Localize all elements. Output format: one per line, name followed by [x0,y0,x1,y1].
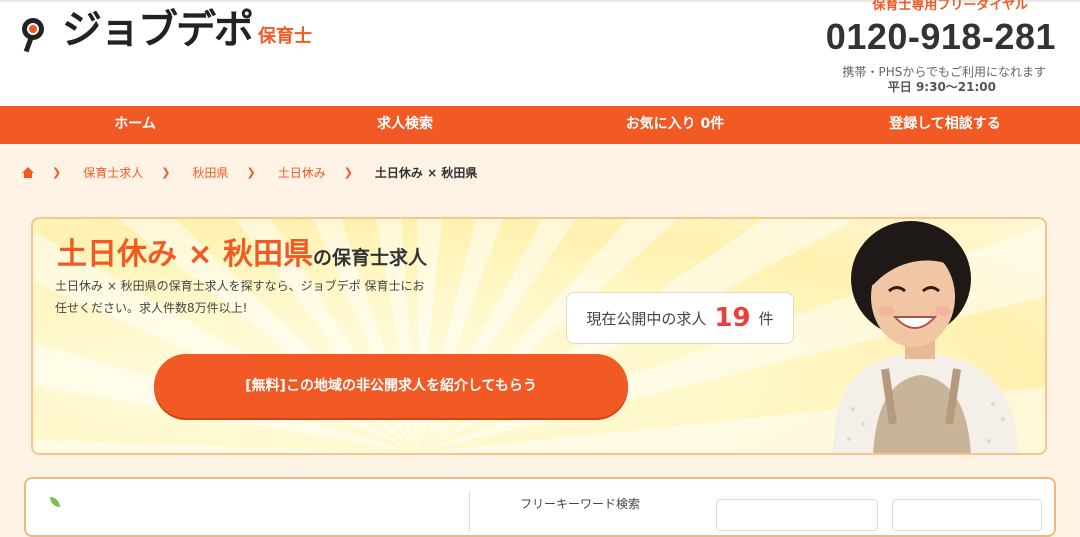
magnifier-logo-icon [20,14,56,54]
search-panel: フリーキーワード検索 [24,477,1056,537]
breadcrumb-current: 土日休み × 秋田県 [374,166,478,180]
nav-job-search[interactable]: 求人検索 [270,106,540,144]
private-jobs-cta-button[interactable]: [無料]この地域の非公開求人を紹介してもらう [154,354,628,418]
nav-register[interactable]: 登録して相談する [810,106,1080,144]
phone-number[interactable]: 0120-918-281 [826,16,1056,58]
breadcrumb-item-nursery-jobs[interactable]: 保育士求人 [83,164,143,181]
leaf-icon [50,497,60,507]
search-button[interactable] [892,499,1042,531]
hero-description: 土日休み × 秋田県の保育士求人を探すなら、ジョブデポ 保育士にお 任せください… [55,275,455,319]
chevron-right-icon: ❯ [246,166,256,179]
chevron-right-icon: ❯ [161,166,171,179]
hero-description-line2: 任せください。求人件数8万件以上! [55,301,248,315]
site-logo[interactable]: ジョブデポ 保育士 [20,6,312,54]
keyword-search-label: フリーキーワード検索 [520,497,641,511]
nav-favorites[interactable]: お気に入り 0件 [540,106,810,144]
hero-banner: 土日休み × 秋田県の保育士求人 土日休み × 秋田県の保育士求人を探すなら、ジ… [31,217,1047,455]
page-title: 土日休み × 秋田県の保育士求人 [57,229,427,273]
breadcrumb-item-akita[interactable]: 秋田県 [192,164,228,181]
keyword-input[interactable] [716,499,878,531]
job-count-unit: 件 [758,309,774,328]
breadcrumb-item-weekends-off[interactable]: 土日休み [278,164,326,181]
panel-divider [469,491,470,531]
logo-text: ジョブデポ [62,7,254,53]
phone-hours: 平日 9:30〜21:00 [887,80,996,94]
page-title-main: 土日休み × 秋田県 [57,237,314,272]
hotline-label: 保育士専用フリーダイヤル [872,0,1028,13]
chevron-right-icon: ❯ [343,166,353,179]
home-icon[interactable] [22,166,34,179]
main-nav: ホーム 求人検索 お気に入り 0件 登録して相談する [0,106,1080,144]
logo-subtitle: 保育士 [258,26,312,47]
site-header: ジョブデポ 保育士 保育士専用フリーダイヤル 0120-918-281 携帯・P… [0,0,1080,106]
page-title-suffix: の保育士求人 [313,247,428,269]
job-count-label: 現在公開中の求人 [586,309,707,328]
chevron-right-icon: ❯ [52,166,62,179]
breadcrumb: ❯ 保育士求人 ❯ 秋田県 ❯ 土日休み ❯ 土日休み × 秋田県 [22,164,477,181]
hero-description-line1: 土日休み × 秋田県の保育士求人を探すなら、ジョブデポ 保育士にお [55,279,425,293]
job-count-box: 現在公開中の求人 19 件 [566,292,794,344]
job-count-value: 19 [714,303,751,333]
staff-photo [833,221,1019,453]
nav-home[interactable]: ホーム [0,106,270,144]
